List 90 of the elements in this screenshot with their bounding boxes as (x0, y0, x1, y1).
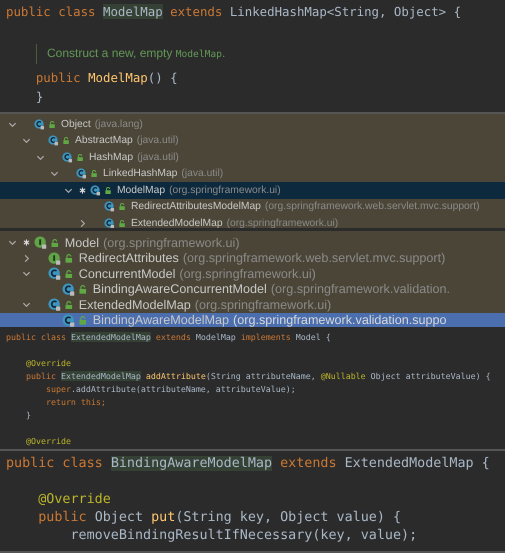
package-name: (org.springframework.validation.suppo (233, 312, 447, 327)
package-name: (java.lang) (94, 118, 143, 132)
code-line: public class ExtendedModelMap extends ModelMap implements Model { (6, 331, 331, 344)
code-line: public Object put(String key, Object value) { (37, 509, 402, 527)
lock-icon (76, 154, 83, 161)
tree-row[interactable]: RedirectAttributesModelMap (org.springframework.web.servlet.mvc.support) (0, 198, 505, 215)
tree-row[interactable]: RedirectAttributes (org.springframework.web.servlet.mvc.support) (0, 250, 505, 266)
interface-icon (48, 252, 62, 266)
tree-row[interactable]: ModelMap (org.springframework.ui) (0, 182, 505, 198)
class-name: RedirectAttributesModelMap (130, 200, 261, 214)
class-name: BindingAwareModelMap (92, 312, 230, 327)
chevron-down-icon[interactable] (22, 300, 30, 310)
code-line: public class BindingAwareModelMap extends ExtendedModelMap { (6, 455, 490, 473)
package-name: (org.springframework.validation. (270, 281, 450, 298)
tree-row[interactable]: LinkedHashMap (java.util) (0, 166, 505, 182)
class-icon (62, 282, 76, 296)
doc-comment: Construct a new, empty ModelMap. (36, 44, 226, 64)
class-icon (62, 152, 73, 163)
code-line: } (24, 409, 31, 422)
lock-icon (104, 186, 111, 194)
lock-icon (65, 254, 73, 263)
class-icon (48, 135, 59, 146)
package-name: (org.springframework.ui) (226, 216, 338, 228)
class-icon (90, 184, 101, 196)
code-line: @Override (24, 435, 71, 448)
tree-row[interactable]: ExtendedModelMap (org.springframework.ui) (0, 215, 505, 228)
code-line: removeBindingResultIfNecessary(key, value); (69, 527, 418, 545)
package-name: (org.springframework.ui) (169, 184, 281, 198)
tree-row[interactable]: BindingAwareConcurrentModel (org.springframework.validation. (0, 282, 505, 298)
class-icon (62, 314, 76, 327)
tree-row[interactable]: ConcurrentModel (org.springframework.ui) (0, 266, 505, 282)
package-name: (org.springframework.web.servlet.mvc.support) (264, 200, 480, 214)
code-line: public ModelMap() { (34, 69, 178, 87)
package-name: (org.springframework.ui) (103, 234, 240, 252)
chevron-down-icon[interactable] (36, 152, 44, 162)
class-icon (48, 298, 62, 312)
package-name: (java.util) (136, 134, 179, 148)
class-icon (48, 267, 62, 281)
lock-icon (62, 137, 69, 144)
class-name: HashMap (88, 150, 134, 165)
chevron-right-icon[interactable] (22, 254, 30, 263)
tree-row[interactable]: BindingAwareModelMap (org.springframework.validation.suppo (0, 312, 505, 327)
code-line: public class ModelMap extends LinkedHashMap<String, Object> { (6, 3, 462, 21)
lock-icon (79, 285, 87, 294)
package-name: (java.util) (137, 150, 179, 165)
class-icon (104, 201, 115, 212)
tree-row[interactable]: Model (org.springframework.ui) (0, 235, 505, 251)
tree-row[interactable]: Object (java.lang) (0, 116, 505, 132)
chevron-down-icon[interactable] (64, 186, 72, 195)
tree-row[interactable]: ExtendedModelMap (org.springframework.ui) (0, 297, 505, 313)
tree-row[interactable]: AbstractMap (java.util) (0, 132, 505, 149)
package-name: (java.util) (181, 167, 224, 182)
code-line: return this; (44, 396, 106, 409)
chevron-down-icon[interactable] (50, 169, 58, 178)
class-name: ModelMap (116, 184, 166, 198)
chevron-right-icon[interactable] (78, 218, 86, 228)
lock-icon (51, 238, 59, 248)
lock-icon (65, 270, 73, 278)
code-line: } (34, 88, 44, 106)
tree-row[interactable]: HashMap (java.util) (0, 149, 505, 166)
chevron-down-icon[interactable] (22, 269, 30, 278)
class-name: Object (60, 118, 91, 132)
class-name: LinkedHashMap (102, 167, 178, 182)
class-name: ConcurrentModel (78, 266, 176, 283)
class-name: ExtendedModelMap (78, 296, 191, 314)
class-name: AbstractMap (74, 134, 133, 148)
class-name: ExtendedModelMap (130, 216, 223, 228)
lock-icon (90, 170, 97, 178)
lock-icon (48, 120, 55, 128)
code-line: public ExtendedModelMap addAttribute(String attributeName, @Nullable Object attributeValue) { (24, 370, 491, 383)
code-line: @Override (37, 491, 111, 509)
lock-icon (65, 300, 73, 310)
lock-icon (79, 316, 87, 325)
package-name: (org.springframework.ui) (194, 296, 332, 314)
chevron-down-icon[interactable] (8, 238, 16, 248)
class-icon (76, 168, 87, 180)
lock-icon (118, 220, 125, 227)
class-icon (34, 118, 45, 130)
package-name: (org.springframework.ui) (179, 266, 316, 283)
chevron-down-icon[interactable] (8, 120, 16, 129)
code-line: @Override (24, 357, 71, 370)
chevron-down-icon[interactable] (22, 136, 30, 146)
class-icon (104, 218, 115, 228)
package-name: (org.springframework.web.servlet.mvc.support) (182, 250, 446, 268)
lock-icon (118, 203, 125, 210)
code-line: super.addAttribute(attributeName, attributeValue); (44, 383, 296, 396)
class-name: BindingAwareConcurrentModel (92, 281, 267, 298)
class-name: Model (64, 234, 100, 252)
class-name: RedirectAttributes (78, 250, 179, 268)
interface-icon (34, 236, 48, 250)
